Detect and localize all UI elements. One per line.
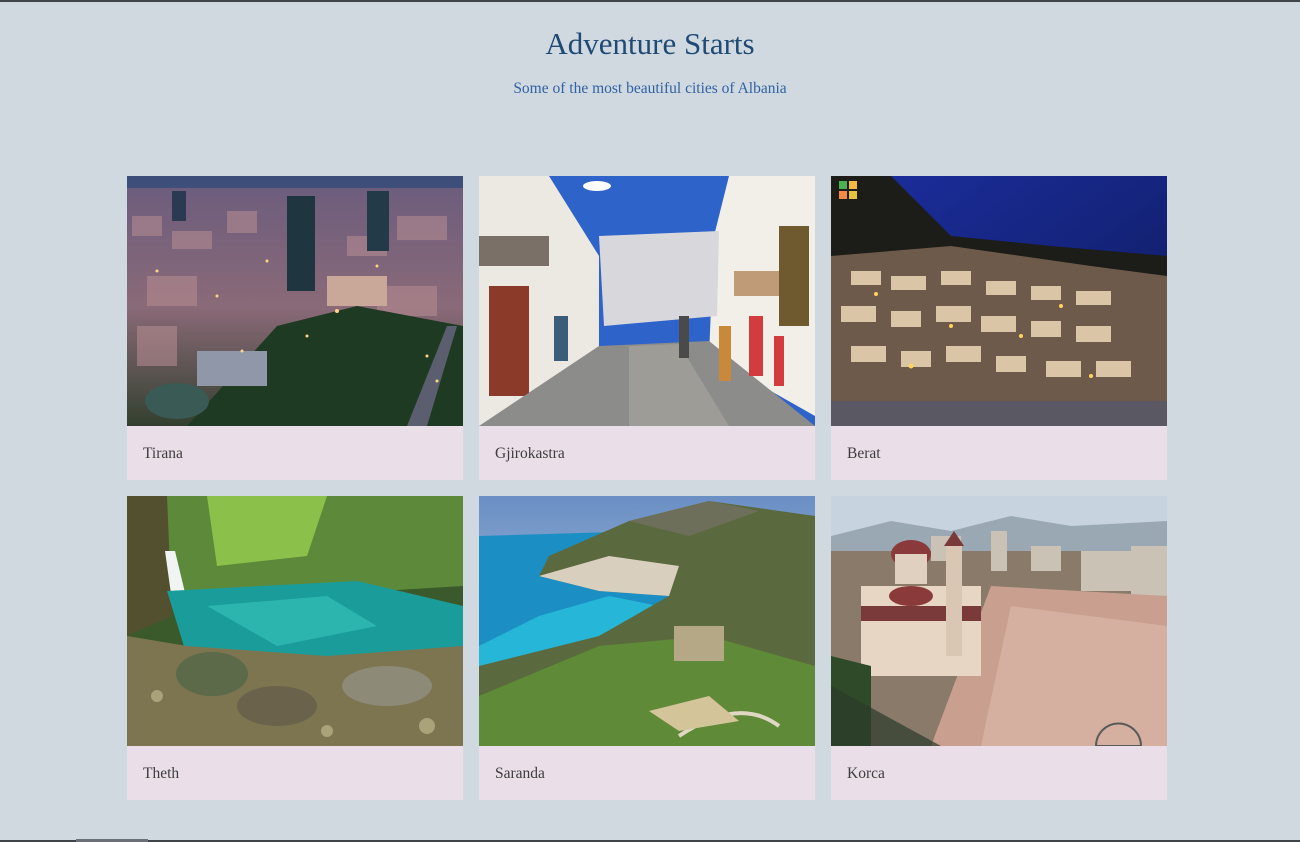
city-card-korca[interactable]: Korca: [831, 496, 1167, 800]
city-name: Tirana: [143, 445, 183, 462]
city-card-berat[interactable]: Berat: [831, 176, 1167, 480]
city-card-gjirokastra[interactable]: Gjirokastra: [479, 176, 815, 480]
page-title: Adventure Starts: [545, 26, 755, 61]
city-name: Theth: [143, 765, 180, 782]
city-photo-tirana[interactable]: [127, 176, 463, 426]
city-photo-saranda[interactable]: [479, 496, 815, 746]
page-frame: Adventure Starts Some of the most beauti…: [0, 0, 1300, 842]
city-photo-korca[interactable]: [831, 496, 1167, 746]
page-subtitle: Some of the most beautiful cities of Alb…: [513, 80, 787, 97]
city-name: Berat: [847, 445, 881, 462]
city-photo-berat[interactable]: [831, 176, 1167, 426]
city-card-tirana[interactable]: Tirana: [127, 176, 463, 480]
page-header: Adventure Starts Some of the most beauti…: [0, 26, 1300, 99]
city-name: Gjirokastra: [495, 445, 565, 462]
city-name: Saranda: [495, 765, 545, 782]
city-photo-gjirokastra[interactable]: [479, 176, 815, 426]
city-card-saranda[interactable]: Saranda: [479, 496, 815, 800]
city-gallery: Tirana Gjirokastra Berat Theth Saranda K…: [127, 176, 1167, 800]
city-card-theth[interactable]: Theth: [127, 496, 463, 800]
city-name: Korca: [847, 765, 885, 782]
city-photo-theth[interactable]: [127, 496, 463, 746]
